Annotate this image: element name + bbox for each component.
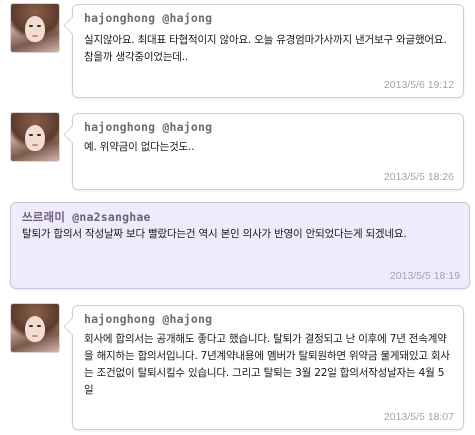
tweet-timestamp[interactable]: 2013/5/5 18:26 — [384, 171, 454, 183]
tweet-timestamp[interactable]: 2013/5/6 19:12 — [384, 79, 454, 91]
tweet-text: 예. 위약금이 없다는것도.. — [84, 141, 195, 153]
reply-bubble: 쓰르래미 @na2sanghae 탈퇴가 합의서 작성날짜 보다 빨랐다는건 역… — [10, 202, 470, 289]
tweet-author[interactable]: hajonghong @hajong — [84, 120, 212, 134]
avatar[interactable] — [10, 3, 60, 53]
tweet-text: 회사에 합의서는 공개해도 좋다고 했습니다. 탈퇴가 결정되고 난 이후에 7… — [84, 333, 450, 396]
tweet-timestamp[interactable]: 2013/5/5 18:07 — [384, 411, 454, 423]
tweet-bubble: hajonghong @hajong 회사에 합의서는 공개해도 좋다고 했습니… — [63, 305, 464, 430]
tweet-text: 실지않아요. 최대표 타협적이지 않아요. 오늘 유경엄마가사까지 낸거보구 와… — [84, 34, 447, 63]
tweet-bubble: hajonghong @hajong 실지않아요. 최대표 타협적이지 않아요.… — [63, 4, 464, 98]
avatar[interactable] — [10, 112, 60, 162]
tweet-text: 탈퇴가 합의서 작성날짜 보다 빨랐다는건 역시 본인 의사가 반영이 안되었다… — [22, 228, 407, 240]
tweet-author[interactable]: hajonghong @hajong — [84, 312, 212, 326]
tweet-author[interactable]: 쓰르래미 @na2sanghae — [22, 209, 151, 225]
avatar[interactable] — [10, 303, 60, 353]
tweet-author[interactable]: hajonghong @hajong — [84, 11, 212, 25]
tweet-bubble: hajonghong @hajong 예. 위약금이 없다는것도.. 2013/… — [63, 113, 464, 190]
tweet-timestamp[interactable]: 2013/5/5 18:19 — [390, 270, 460, 282]
